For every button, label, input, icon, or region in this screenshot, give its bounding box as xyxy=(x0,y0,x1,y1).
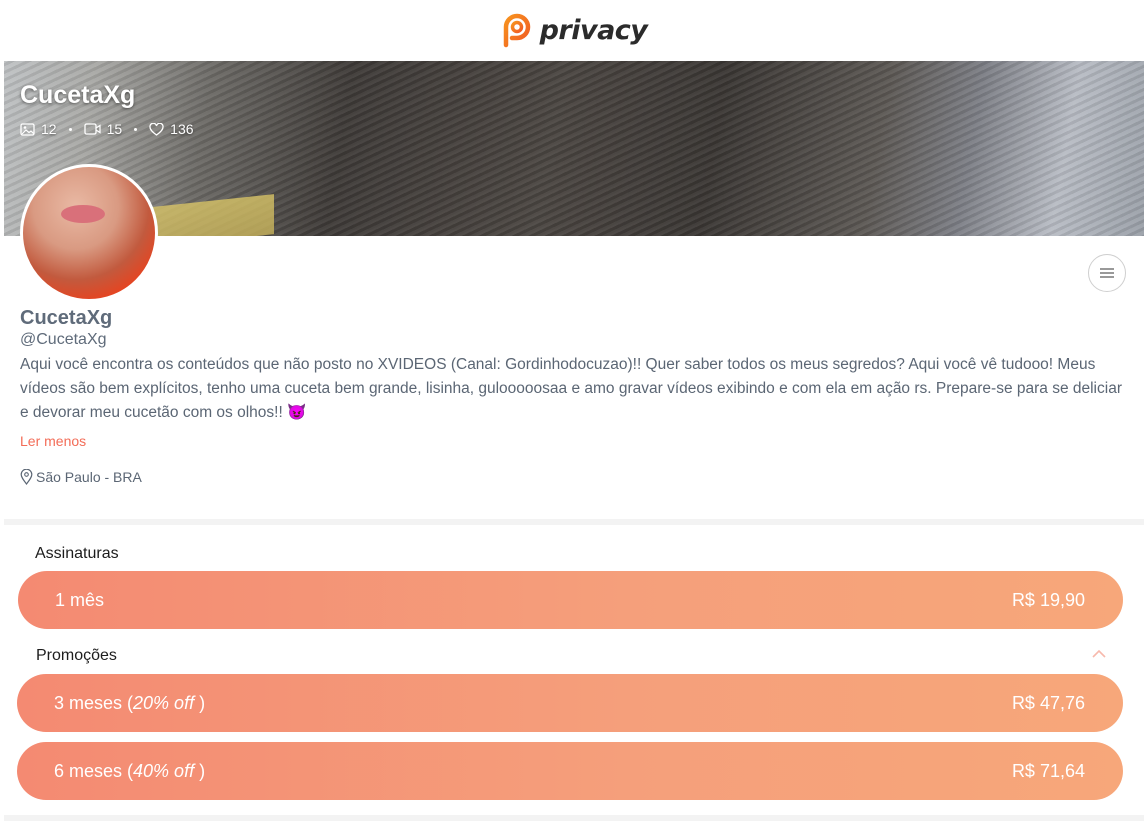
video-icon xyxy=(83,123,101,135)
plan-label-prefix: 3 meses ( xyxy=(54,692,134,713)
profile-banner: CucetaXg 12 15 136 xyxy=(4,61,1144,236)
separator-dot xyxy=(134,127,138,131)
plan-discount: 40% off xyxy=(133,760,195,781)
videos-stat: 15 xyxy=(83,121,123,137)
plan-label-prefix: 6 meses ( xyxy=(54,760,134,781)
heart-icon xyxy=(149,122,164,136)
plan-label: 6 meses (40% off ) xyxy=(54,761,205,782)
section-divider xyxy=(4,519,1144,525)
section-divider xyxy=(4,815,1144,821)
photos-stat: 12 xyxy=(20,121,57,137)
menu-button[interactable] xyxy=(1088,254,1126,292)
read-less-link[interactable]: Ler menos xyxy=(20,433,86,449)
hamburger-icon xyxy=(1100,268,1114,278)
privacy-logo-icon xyxy=(503,13,530,48)
photos-count: 12 xyxy=(41,121,57,137)
avatar[interactable] xyxy=(20,164,158,302)
plan-label-suffix: ) xyxy=(194,692,206,713)
likes-stat: 136 xyxy=(149,121,194,137)
plan-6-months-button[interactable]: 6 meses (40% off ) R$ 71,64 xyxy=(17,742,1123,800)
privacy-logo[interactable]: privacy xyxy=(500,11,648,49)
plan-1-month-button[interactable]: 1 mês R$ 19,90 xyxy=(18,571,1123,629)
profile-bio: Aqui você encontra os conteúdos que não … xyxy=(20,356,1122,421)
location-text: São Paulo - BRA xyxy=(36,469,142,485)
plan-price: R$ 71,64 xyxy=(1011,760,1085,781)
separator-dot xyxy=(68,127,72,131)
location: São Paulo - BRA xyxy=(20,469,142,485)
plan-price: R$ 47,76 xyxy=(1011,692,1085,713)
profile-handle: @CucetaXg xyxy=(20,331,107,348)
plan-label-suffix: ) xyxy=(194,760,206,781)
top-bar: privacy xyxy=(0,0,1147,60)
subscriptions-title: Assinaturas xyxy=(35,545,119,562)
plan-label: 3 meses (20% off ) xyxy=(54,693,205,714)
image-icon xyxy=(20,122,35,136)
plan-label: 1 mês xyxy=(55,589,105,610)
banner-stats: 12 15 136 xyxy=(20,121,194,137)
plan-3-months-button[interactable]: 3 meses (20% off ) R$ 47,76 xyxy=(17,674,1123,732)
promotions-title: Promoções xyxy=(36,647,117,664)
likes-count: 136 xyxy=(170,121,194,137)
profile-name: CucetaXg xyxy=(20,307,113,329)
videos-count: 15 xyxy=(106,121,123,137)
chevron-up-icon[interactable] xyxy=(1091,648,1107,660)
location-pin-icon xyxy=(20,469,33,485)
plan-price: R$ 19,90 xyxy=(1011,589,1085,610)
banner-title: CucetaXg xyxy=(20,81,136,109)
avatar-detail xyxy=(61,205,105,223)
logo-text: privacy xyxy=(539,14,648,46)
plan-discount: 20% off xyxy=(133,692,195,713)
